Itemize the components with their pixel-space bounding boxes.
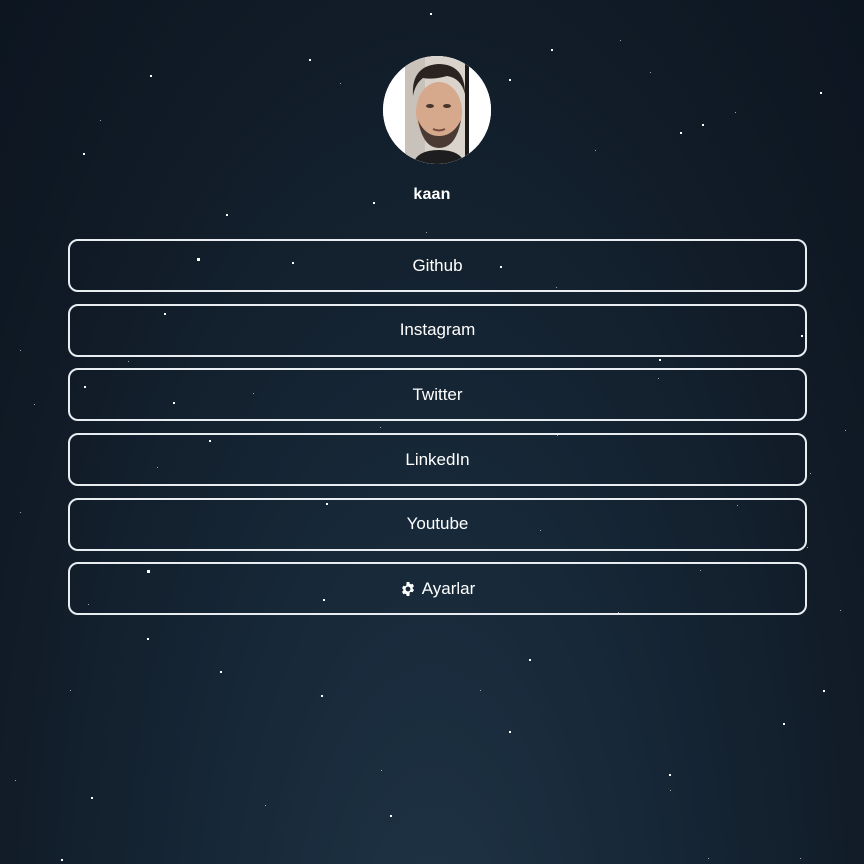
twitter-link-label: Twitter bbox=[412, 384, 463, 404]
youtube-link-button[interactable]: Youtube bbox=[68, 497, 807, 551]
link-list: Github Instagram Twitter LinkedIn Youtub… bbox=[68, 239, 807, 627]
gear-icon bbox=[401, 581, 414, 596]
profile-photo-icon bbox=[383, 56, 491, 164]
instagram-link-button[interactable]: Instagram bbox=[68, 303, 807, 357]
settings-label: Ayarlar bbox=[421, 578, 476, 598]
linkedin-link-label: LinkedIn bbox=[405, 449, 470, 469]
profile-page: kaan Github Instagram Twitter LinkedIn Y… bbox=[0, 0, 864, 864]
instagram-link-label: Instagram bbox=[399, 320, 476, 340]
avatar bbox=[383, 56, 491, 164]
username: kaan bbox=[413, 186, 451, 203]
linkedin-link-button[interactable]: LinkedIn bbox=[68, 433, 807, 487]
youtube-link-label: Youtube bbox=[406, 514, 469, 534]
settings-button[interactable]: Ayarlar bbox=[68, 562, 807, 616]
github-link-button[interactable]: Github bbox=[68, 239, 807, 292]
github-link-label: Github bbox=[412, 255, 463, 275]
twitter-link-button[interactable]: Twitter bbox=[68, 368, 807, 422]
